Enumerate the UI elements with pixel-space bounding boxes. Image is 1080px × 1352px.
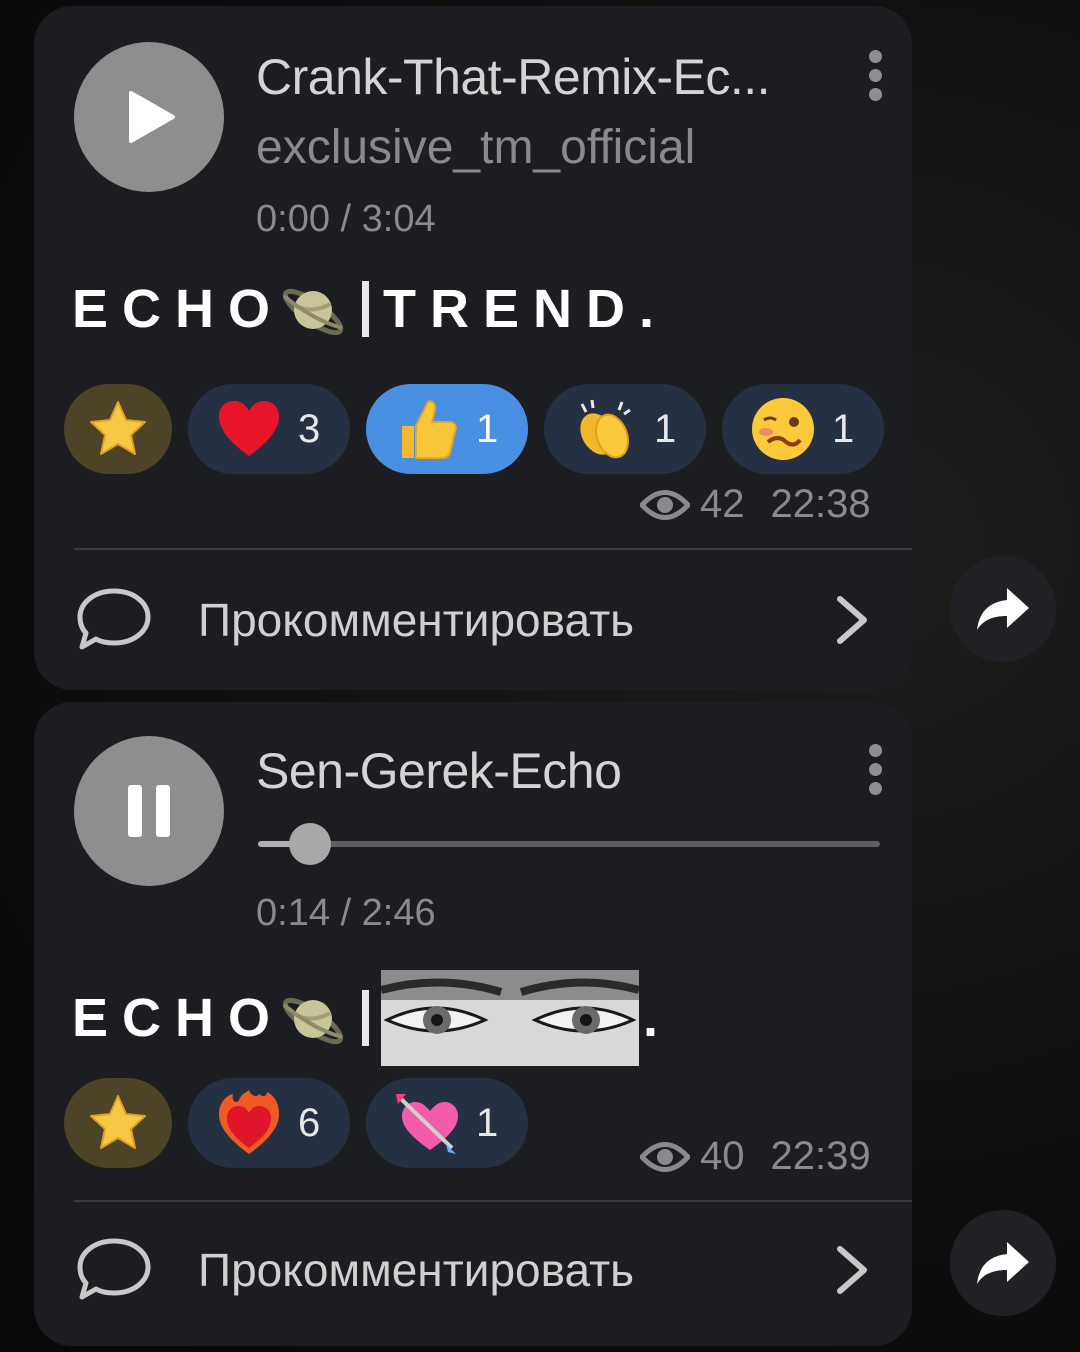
reaction-thumbs-up[interactable]: 1	[366, 384, 528, 474]
view-count: 42	[700, 482, 745, 526]
heart-with-arrow-icon	[392, 1088, 462, 1158]
reaction-heart-with-arrow[interactable]: 1	[366, 1078, 528, 1168]
reaction-count: 1	[476, 406, 499, 451]
comment-bubble-icon	[77, 1238, 151, 1300]
share-arrow-icon	[977, 1242, 1029, 1284]
red-heart-icon	[214, 394, 284, 464]
message-card-1: Crank-That-Remix-Ec... exclusive_tm_offi…	[34, 6, 912, 690]
post-caption: ECHO .	[72, 970, 672, 1066]
eye-icon	[640, 1141, 690, 1172]
more-options-icon[interactable]	[866, 50, 884, 101]
reaction-red-heart[interactable]: 3	[188, 384, 350, 474]
post-meta: 42 22:38	[640, 482, 871, 527]
caption-divider	[362, 281, 370, 337]
message-card-2: Sen-Gerek-Echo 0:14 / 2:46 ECHO . 6 1 40…	[34, 702, 912, 1346]
reaction-star[interactable]	[64, 1078, 172, 1168]
reaction-woozy-face[interactable]: 1	[722, 384, 884, 474]
reaction-heart-on-fire[interactable]: 6	[188, 1078, 350, 1168]
saturn-icon	[282, 997, 344, 1045]
eye-icon	[640, 489, 690, 520]
star-icon	[83, 394, 153, 464]
play-button[interactable]	[74, 42, 224, 192]
post-meta: 40 22:39	[640, 1134, 871, 1179]
chevron-right-icon	[837, 596, 867, 644]
track-time: 0:14 / 2:46	[256, 892, 436, 934]
track-title: Crank-That-Remix-Ec...	[256, 49, 771, 105]
caption-divider	[362, 990, 370, 1046]
reaction-count: 3	[298, 406, 321, 451]
reaction-count: 1	[654, 406, 677, 451]
share-button[interactable]	[950, 1210, 1056, 1316]
reaction-clapping-hands[interactable]: 1	[544, 384, 706, 474]
caption-text-right: TREND.	[383, 279, 669, 339]
track-artist: exclusive_tm_official	[256, 121, 696, 174]
reaction-count: 1	[476, 1100, 499, 1145]
post-caption: ECHO TREND.	[72, 274, 668, 344]
chevron-right-icon	[837, 1246, 867, 1294]
pause-icon	[128, 785, 170, 837]
divider	[74, 548, 912, 550]
share-arrow-icon	[977, 588, 1029, 630]
post-time: 22:38	[770, 482, 871, 526]
thumbs-up-icon	[392, 394, 462, 464]
caption-text-left: ECHO	[72, 988, 285, 1048]
woozy-face-icon	[748, 394, 818, 464]
heart-on-fire-icon	[214, 1088, 284, 1158]
comment-label: Прокомментировать	[198, 594, 635, 646]
playback-slider[interactable]	[258, 823, 880, 865]
playback-slider-thumb[interactable]	[289, 823, 332, 865]
more-options-icon[interactable]	[866, 744, 884, 795]
caption-text-right: .	[643, 988, 673, 1048]
divider	[74, 1200, 912, 1202]
reaction-star[interactable]	[64, 384, 172, 474]
play-icon	[129, 91, 175, 143]
comment-button[interactable]: Прокомментировать	[74, 570, 872, 670]
comment-button[interactable]: Прокомментировать	[74, 1220, 872, 1320]
view-count: 40	[700, 1134, 745, 1178]
reaction-count: 1	[832, 406, 855, 451]
share-button[interactable]	[950, 556, 1056, 662]
comment-label: Прокомментировать	[198, 1244, 635, 1296]
reaction-count: 6	[298, 1100, 321, 1145]
eyes-image	[381, 970, 640, 1066]
track-title: Sen-Gerek-Echo	[256, 743, 622, 799]
track-time: 0:00 / 3:04	[256, 198, 436, 240]
saturn-icon	[282, 288, 344, 336]
post-time: 22:39	[770, 1134, 871, 1178]
star-icon	[83, 1088, 153, 1158]
pause-button[interactable]	[74, 736, 224, 886]
clapping-hands-icon	[570, 394, 640, 464]
comment-bubble-icon	[77, 588, 151, 650]
caption-text-left: ECHO	[72, 279, 285, 339]
